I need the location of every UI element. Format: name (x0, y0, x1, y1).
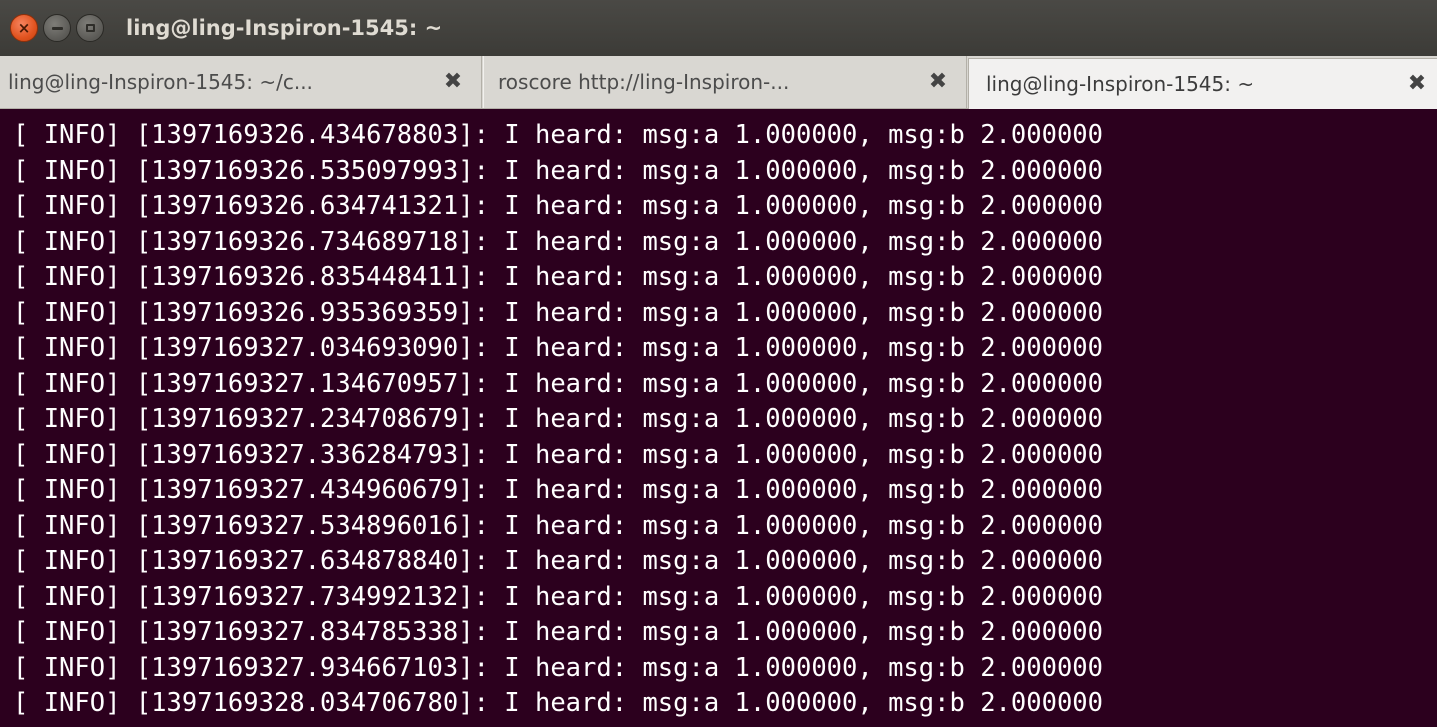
tab-close-icon[interactable]: ✖ (1403, 70, 1431, 98)
terminal-line: [ INFO] [1397169326.835448411]: I heard:… (13, 262, 1104, 292)
window-maximize-button[interactable] (76, 14, 104, 42)
close-icon: × (17, 19, 31, 37)
terminal-line: [ INFO] [1397169327.834785338]: I heard:… (13, 617, 1104, 647)
terminal-line: [ INFO] [1397169327.434960679]: I heard:… (13, 475, 1104, 505)
tab-close-icon[interactable]: ✖ (924, 68, 952, 96)
terminal-line: [ INFO] [1397169327.534896016]: I heard:… (13, 510, 1104, 541)
tab-terminal-1[interactable]: ling@ling-Inspiron-1545: ~/c... ✖ (0, 56, 482, 108)
terminal-line: [ INFO] [1397169326.535097993]: I heard:… (13, 155, 1104, 186)
terminal-line: [ INFO] [1397169327.934667103]: I heard:… (13, 652, 1104, 683)
terminal-line: [ INFO] [1397169327.634878840]: I heard:… (13, 546, 1104, 576)
tab-close-icon[interactable]: ✖ (439, 68, 467, 96)
window-minimize-button[interactable] (43, 14, 71, 42)
tab-label: ling@ling-Inspiron-1545: ~ (986, 72, 1255, 96)
tab-label: roscore http://ling-Inspiron-... (498, 70, 790, 94)
terminal-line: [ INFO] [1397169326.935369359]: I heard:… (13, 297, 1104, 328)
minimize-icon (51, 26, 63, 30)
terminal-line: [ INFO] [1397169327.734992132]: I heard:… (13, 581, 1104, 612)
terminal-line: [ INFO] [1397169327.134670957]: I heard:… (13, 368, 1104, 399)
tab-bar: ling@ling-Inspiron-1545: ~/c... ✖ roscor… (0, 56, 1437, 109)
terminal-line: [ INFO] [1397169326.734689718]: I heard:… (13, 226, 1104, 257)
terminal-line: [ INFO] [1397169328.034706780]: I heard:… (13, 688, 1104, 718)
terminal-window: × ling@ling-Inspiron-1545: ~ ling@ling-I… (0, 0, 1437, 727)
terminal-line: [ INFO] [1397169327.234708679]: I heard:… (13, 404, 1104, 434)
window-title: ling@ling-Inspiron-1545: ~ (126, 16, 443, 40)
tab-label: ling@ling-Inspiron-1545: ~/c... (8, 70, 313, 94)
terminal-output[interactable]: [ INFO] [1397169326.434678803]: I heard:… (0, 110, 1437, 727)
tab-terminal-active[interactable]: ling@ling-Inspiron-1545: ~ ✖ (968, 58, 1437, 109)
terminal-line: [ INFO] [1397169327.034693090]: I heard:… (13, 333, 1104, 363)
terminal-line: [ INFO] [1397169326.634741321]: I heard:… (13, 191, 1104, 221)
maximize-icon (85, 24, 95, 32)
title-bar[interactable]: × ling@ling-Inspiron-1545: ~ (0, 0, 1437, 56)
terminal-line: [ INFO] [1397169327.336284793]: I heard:… (13, 439, 1104, 470)
terminal-line: [ INFO] [1397169326.434678803]: I heard:… (13, 120, 1104, 150)
window-close-button[interactable]: × (10, 14, 38, 42)
tab-roscore[interactable]: roscore http://ling-Inspiron-... ✖ (483, 56, 967, 108)
